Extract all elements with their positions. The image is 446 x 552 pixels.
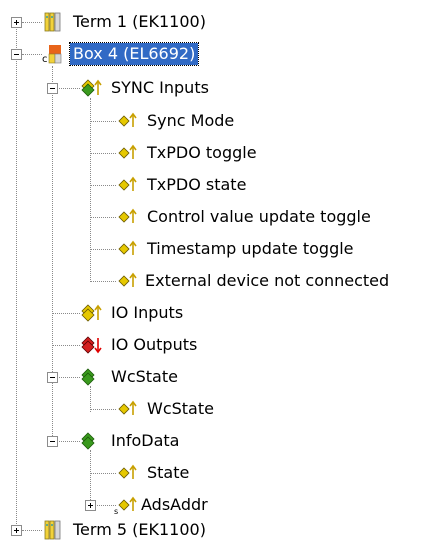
tree-connector: [90, 217, 116, 218]
node-label: TxPDO toggle: [147, 143, 257, 162]
input-variable-icon: [116, 143, 138, 163]
node-label: Timestamp update toggle: [147, 239, 354, 258]
tree-node-sync-inputs[interactable]: SYNC Inputs: [80, 76, 212, 100]
tree-node-io-inputs[interactable]: IO Inputs: [80, 301, 186, 325]
tree-connector: [22, 22, 42, 23]
input-variable-icon: [116, 399, 138, 419]
expand-toggle-term1[interactable]: [11, 17, 22, 28]
tree-connector: [22, 530, 42, 531]
node-label: SYNC Inputs: [111, 78, 209, 97]
collapse-toggle-box4[interactable]: [11, 49, 22, 60]
node-label-selected: Box 4 (EL6692): [68, 42, 200, 66]
io-tree-view[interactable]: Term 1 (EK1100) c Box 4 (EL6692) SYNC In…: [0, 0, 446, 552]
tree-node-wcstate-group[interactable]: WcState: [80, 365, 181, 389]
tree-connector: [90, 409, 116, 410]
tree-node-timestamp-update-toggle[interactable]: Timestamp update toggle: [116, 237, 357, 261]
expand-toggle-term5[interactable]: [11, 525, 22, 536]
tree-connector: [52, 345, 80, 346]
tree-node-term5[interactable]: Term 5 (EK1100): [42, 518, 209, 542]
tree-connector: [52, 313, 80, 314]
tree-node-state[interactable]: State: [116, 461, 192, 485]
tree-connector: [90, 249, 116, 250]
node-label: Control value update toggle: [147, 207, 371, 226]
status-group-icon: [80, 367, 102, 387]
node-label: Term 1 (EK1100): [73, 12, 206, 31]
tree-node-box4[interactable]: c Box 4 (EL6692): [42, 42, 200, 66]
node-label: WcState: [147, 399, 214, 418]
svg-text:c: c: [42, 54, 48, 64]
node-label: External device not connected: [145, 271, 390, 290]
tree-node-term1[interactable]: Term 1 (EK1100): [42, 10, 209, 34]
tree-node-sync-mode[interactable]: Sync Mode: [116, 109, 237, 133]
input-variable-icon: [116, 463, 138, 483]
output-group-icon: [80, 335, 102, 355]
collapse-toggle-wcstate[interactable]: [47, 372, 58, 383]
input-variable-icon: [116, 239, 138, 259]
node-label: AdsAddr: [141, 495, 208, 514]
tree-connector: [90, 153, 116, 154]
svg-text:s: s: [114, 507, 118, 515]
input-variable-icon: [116, 271, 138, 291]
node-label: Term 5 (EK1100): [73, 520, 206, 539]
ethercat-bridge-box-icon: c: [42, 44, 64, 64]
tree-connector: [90, 121, 116, 122]
tree-node-control-value-update-toggle[interactable]: Control value update toggle: [116, 205, 374, 229]
input-variable-icon: [116, 207, 138, 227]
node-label: WcState: [111, 367, 178, 386]
collapse-toggle-infodata[interactable]: [47, 436, 58, 447]
tree-node-infodata[interactable]: InfoData: [80, 429, 182, 453]
tree-node-txpdo-state[interactable]: TxPDO state: [116, 173, 249, 197]
collapse-toggle-sync-inputs[interactable]: [47, 83, 58, 94]
tree-node-adsaddr[interactable]: s AdsAddr: [98, 493, 211, 517]
tree-node-txpdo-toggle[interactable]: TxPDO toggle: [116, 141, 260, 165]
input-group-icon: [80, 303, 102, 323]
tree-connector: [90, 281, 116, 282]
tree-connector: [90, 185, 116, 186]
node-label: InfoData: [111, 431, 180, 450]
node-label: Sync Mode: [147, 111, 235, 130]
node-label: IO Outputs: [111, 335, 198, 354]
input-group-icon: [80, 78, 102, 98]
tree-node-io-outputs[interactable]: IO Outputs: [80, 333, 200, 357]
input-variable-icon: [116, 111, 138, 131]
input-variable-icon: [116, 175, 138, 195]
terminal-coupler-icon: [42, 12, 64, 32]
tree-connector: [16, 22, 17, 530]
tree-connector: [90, 450, 91, 506]
node-label: State: [147, 463, 190, 482]
tree-connector: [90, 98, 91, 282]
input-variable-icon: s: [98, 495, 138, 515]
tree-node-wcstate[interactable]: WcState: [116, 397, 217, 421]
tree-node-external-device-not-connected[interactable]: External device not connected: [116, 269, 392, 293]
tree-connector: [22, 54, 42, 55]
node-label: IO Inputs: [111, 303, 184, 322]
node-label: TxPDO state: [147, 175, 247, 194]
status-group-icon: [80, 431, 102, 451]
tree-connector: [90, 473, 116, 474]
terminal-coupler-icon: [42, 520, 64, 540]
tree-connector: [52, 66, 53, 446]
expand-toggle-adsaddr[interactable]: [85, 500, 96, 511]
